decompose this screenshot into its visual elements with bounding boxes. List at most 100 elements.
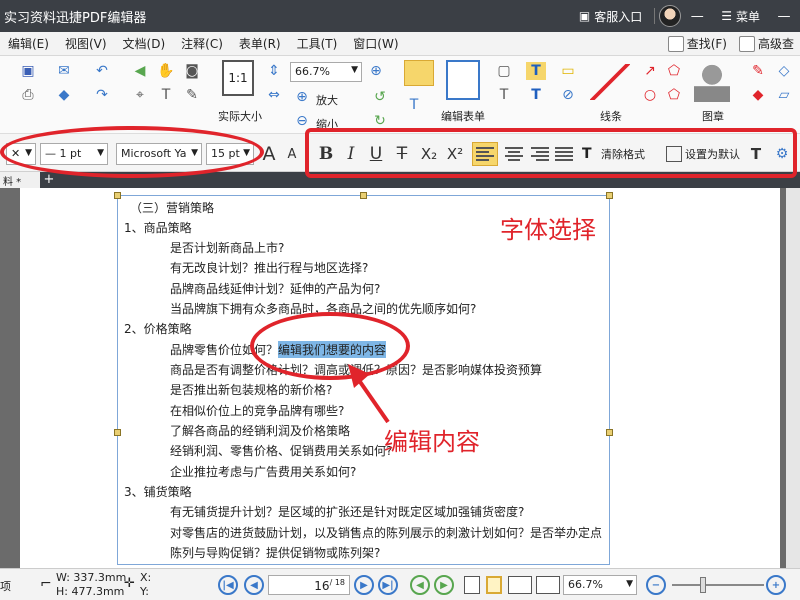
next-page-button[interactable]: ▶ xyxy=(354,575,374,595)
first-page-button[interactable]: |◀ xyxy=(218,575,238,595)
text-settings-icon[interactable]: ⚙ xyxy=(772,142,792,166)
typewriter-icon[interactable]: T xyxy=(526,62,546,80)
attachment-icon[interactable]: ⊘ xyxy=(558,86,578,104)
doc-line[interactable]: 陈列与导购促销？提供促销物或陈列架? xyxy=(170,544,380,561)
zoom-out-button[interactable]: − xyxy=(646,575,666,595)
strikethrough-button[interactable]: T xyxy=(392,142,412,166)
note-icon[interactable]: ▭ xyxy=(558,62,578,80)
doc-line[interactable]: 1、商品策略 xyxy=(124,219,192,236)
continuous-view-icon[interactable] xyxy=(486,576,502,594)
text-check-icon[interactable]: T xyxy=(746,142,766,166)
edit-form-icon[interactable] xyxy=(446,60,480,100)
doc-line[interactable]: （三）营销策略 xyxy=(130,199,214,216)
selected-text[interactable]: 编辑我们想要的内容 xyxy=(278,341,387,358)
doc-line[interactable]: 当品牌旗下拥有众多商品时，各商品之间的优先顺序如何? xyxy=(170,300,476,317)
continuous-facing-view-icon[interactable] xyxy=(536,576,560,594)
field-button-icon[interactable]: ▢ xyxy=(494,62,514,80)
doc-line[interactable]: 品牌零售价位如何？ xyxy=(170,341,278,358)
minimize-button[interactable]: — xyxy=(681,9,713,24)
doc-line[interactable]: 有无铺货提升计划？是区域的扩张还是针对既定区域加强铺货密度? xyxy=(170,503,524,520)
font-size-select[interactable]: 15 pt ▼ xyxy=(206,143,254,165)
stamp-label[interactable]: 图章 xyxy=(702,108,724,124)
stamp-icon[interactable] xyxy=(694,62,730,102)
vertical-scrollbar[interactable] xyxy=(786,188,800,568)
grow-font-button[interactable]: A xyxy=(260,142,278,166)
back-view-button[interactable]: ◀ xyxy=(410,575,430,595)
superscript-button[interactable]: X² xyxy=(444,142,466,166)
fit-page-icon[interactable]: ⇔ xyxy=(264,86,284,104)
resize-handle[interactable] xyxy=(114,429,121,436)
zoom-slider[interactable] xyxy=(672,584,764,586)
menu-edit[interactable]: 编辑(E) xyxy=(0,35,57,52)
textbox-icon[interactable]: T xyxy=(526,86,546,104)
clear-format-button[interactable]: T 清除格式 xyxy=(582,144,645,164)
italic-button[interactable]: I xyxy=(342,142,360,166)
resize-handle[interactable] xyxy=(606,429,613,436)
doc-line[interactable]: 了解各商品的经销利润及价格策略 xyxy=(170,422,350,439)
text-tool-icon[interactable]: T xyxy=(404,96,424,114)
doc-line[interactable]: 在相似价位上的竞争品牌有哪些? xyxy=(170,402,344,419)
menu-comment[interactable]: 注释(C) xyxy=(173,35,231,52)
shrink-font-button[interactable]: A xyxy=(284,142,300,166)
align-right-button[interactable] xyxy=(528,142,552,166)
pentagon-tool-icon[interactable]: ⬠ xyxy=(664,86,684,104)
rotate-left-icon[interactable]: ↺ xyxy=(370,88,390,106)
actual-size-icon[interactable]: 1:1 xyxy=(222,60,254,96)
underline-button[interactable]: U xyxy=(366,142,386,166)
menu-view[interactable]: 视图(V) xyxy=(57,35,115,52)
new-tab-button[interactable]: + xyxy=(42,172,56,188)
resize-handle[interactable] xyxy=(360,192,367,199)
measure-icon[interactable]: ◇ xyxy=(774,62,794,80)
font-family-select[interactable]: Microsoft Ya ▼ xyxy=(116,143,202,165)
doc-line[interactable]: 是否计划新商品上市? xyxy=(170,239,284,256)
window-minimize-button[interactable]: — xyxy=(768,9,800,24)
arrow-tool-icon[interactable]: ↗ xyxy=(640,62,660,80)
lines-label[interactable]: 线条 xyxy=(600,108,622,124)
zoom-in-button[interactable]: + xyxy=(766,575,786,595)
advanced-search-button[interactable]: 高级查 xyxy=(733,35,800,52)
subscript-button[interactable]: X₂ xyxy=(418,142,440,166)
doc-line[interactable]: 品牌商品线延伸计划？延伸的产品为何? xyxy=(170,280,380,297)
doc-line[interactable]: 企业推拉考虑与广告费用关系如何? xyxy=(170,463,356,480)
eraser-icon[interactable]: ◆ xyxy=(54,86,74,104)
text-select-icon[interactable]: T xyxy=(156,86,176,104)
menu-window[interactable]: 窗口(W) xyxy=(345,35,406,52)
last-page-button[interactable]: ▶| xyxy=(378,575,398,595)
email-icon[interactable]: ✉ xyxy=(54,62,74,80)
edit-text-icon[interactable]: ✎ xyxy=(182,86,202,104)
menu-tools[interactable]: 工具(T) xyxy=(289,35,346,52)
menu-form[interactable]: 表单(R) xyxy=(231,35,289,52)
ribbon-zoom-select[interactable]: 66.7% ▼ xyxy=(290,62,362,82)
zoom-tool-icon[interactable]: ⊕ xyxy=(366,62,386,80)
facing-view-icon[interactable] xyxy=(508,576,532,594)
undo-icon[interactable]: ↶ xyxy=(92,62,112,80)
zoom-out-label[interactable]: 缩小 xyxy=(316,116,338,132)
align-center-button[interactable] xyxy=(502,142,526,166)
set-default-button[interactable]: 设置为默认 xyxy=(666,144,740,164)
zoom-out-icon[interactable]: ⊖ xyxy=(292,112,312,130)
justify-button[interactable] xyxy=(552,142,576,166)
polygon-tool-icon[interactable]: ⬠ xyxy=(664,62,684,80)
single-page-view-icon[interactable] xyxy=(464,576,480,594)
document-tab[interactable]: 料 * xyxy=(0,172,40,188)
bold-button[interactable]: B xyxy=(316,142,336,166)
status-zoom-select[interactable]: 66.7% ▼ xyxy=(563,575,637,595)
select-icon[interactable]: ⌖ xyxy=(130,86,150,104)
eraser-tool-icon[interactable]: ◆ xyxy=(748,86,768,104)
print-icon[interactable]: ⎙ xyxy=(18,86,38,104)
snapshot-icon[interactable]: ◙ xyxy=(182,62,202,80)
oval-tool-icon[interactable]: ○ xyxy=(640,86,660,104)
resize-handle[interactable] xyxy=(114,192,121,199)
zoom-in-icon[interactable]: ⊕ xyxy=(292,88,312,106)
main-menu-button[interactable]: ☰ 菜单 xyxy=(713,8,768,25)
menu-document[interactable]: 文档(D) xyxy=(115,35,174,52)
doc-line[interactable]: 是否推出新包装规格的新价格? xyxy=(170,381,332,398)
fit-width-icon[interactable]: ⇕ xyxy=(264,62,284,80)
doc-line[interactable]: 有无改良计划？推出行程与地区选择? xyxy=(170,259,368,276)
doc-line[interactable]: 商品是否有调整价格计划？调高或调低？原因？是否影响媒体投资预算 xyxy=(170,361,542,378)
line-tool-icon[interactable] xyxy=(590,64,630,100)
rotate-right-icon[interactable]: ↻ xyxy=(370,112,390,130)
hand-icon[interactable]: ✋ xyxy=(156,62,176,80)
line-width-select[interactable]: — 1 pt ▼ xyxy=(40,143,108,165)
highlight-icon[interactable]: ▱ xyxy=(774,86,794,104)
